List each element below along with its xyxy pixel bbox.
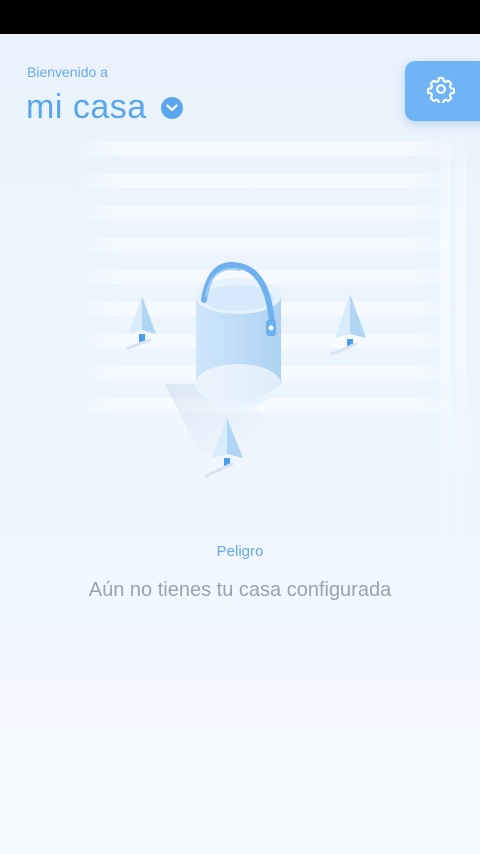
status-label: Peligro xyxy=(216,543,264,560)
bucket-illustration xyxy=(126,262,366,478)
empty-state-message: Aún no tienes tu casa configurada xyxy=(88,579,392,601)
home-screen: Bienvenido a mi casa Peligro Aún no tien… xyxy=(0,34,480,854)
status-bar xyxy=(0,0,480,34)
